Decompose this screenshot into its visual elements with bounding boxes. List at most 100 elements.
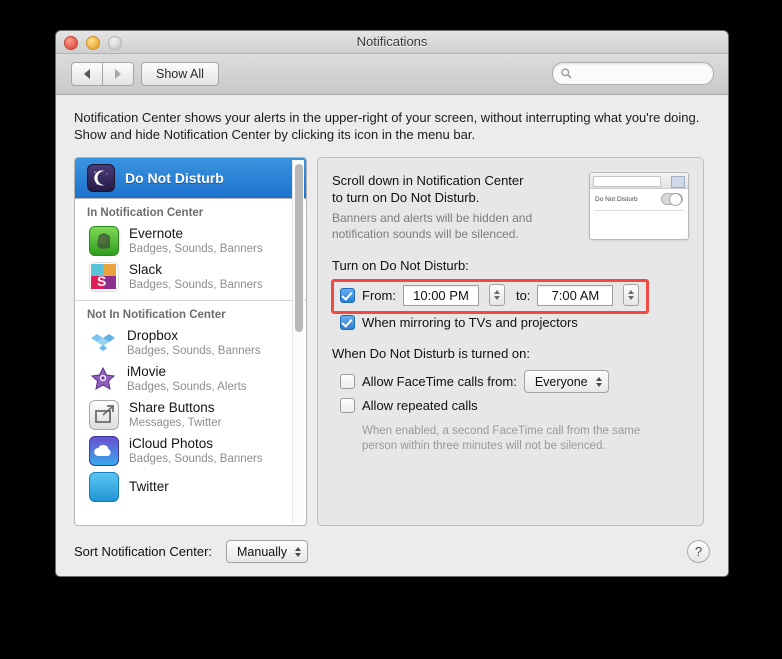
chevron-updown-icon [595,376,602,387]
mirroring-row[interactable]: When mirroring to TVs and projectors [340,315,578,330]
schedule-checkbox[interactable] [340,287,355,303]
facetime-row: Allow FaceTime calls from: Everyone [340,370,609,393]
panel-subtext-line2: notification sounds will be silenced. [332,227,519,241]
preview-divider [594,210,684,211]
repeated-calls-label: Allow repeated calls [362,398,478,413]
search-icon [561,68,572,79]
window-title: Notifications [356,34,428,49]
list-item[interactable]: Evernote Badges, Sounds, Banners [75,223,306,259]
list-item-name: Slack [129,262,163,277]
hint-line2: person within three minutes will not be … [362,440,606,452]
list-item-text: Twitter [129,479,169,495]
panes: Do Not Disturb In Notification Center Ev… [74,157,728,526]
panel-headline-line1: Scroll down in Notification Center [332,173,524,188]
list-item[interactable]: iCloud Photos Badges, Sounds, Banners [75,433,306,469]
to-time-field[interactable]: 7:00 AM [537,284,614,306]
toggle-knob [669,193,682,206]
list-item[interactable]: Share Buttons Messages, Twitter [75,397,306,433]
sort-notification-center-popup[interactable]: Manually [226,540,309,563]
sidebar-group-header-not-in-notification-center: Not In Notification Center [87,309,226,321]
search-input[interactable] [575,66,699,81]
list-item-text: Share Buttons Messages, Twitter [129,400,221,430]
share-buttons-icon [89,400,119,430]
panel-subtext-line1: Banners and alerts will be hidden and [332,211,533,225]
schedule-row: From: 10:00 PM to: 7:00 AM [340,284,640,306]
preview-toolbar [590,173,688,189]
panel-headline-block: Scroll down in Notification Center to tu… [332,172,572,242]
help-button[interactable]: ? [687,540,710,563]
list-item-sub: Messages, Twitter [129,417,222,429]
chevron-updown-icon [295,546,302,557]
chevron-right-icon [115,69,121,79]
evernote-icon [89,226,119,256]
sidebar-scroll-content: Do Not Disturb In Notification Center Ev… [75,158,306,525]
back-button[interactable] [71,62,102,86]
facetime-callers-value: Everyone [534,374,588,389]
list-item[interactable]: S Slack Badges, Sounds, Banners [75,259,306,295]
sidebar-item-do-not-disturb[interactable]: Do Not Disturb [75,158,306,199]
list-item-text: Evernote Badges, Sounds, Banners [129,226,263,256]
chevron-left-icon [84,69,90,79]
search-field[interactable] [552,62,714,85]
preview-search-field [593,176,661,187]
window-titlebar: Notifications [56,31,728,54]
list-item-name: Evernote [129,226,184,241]
list-item[interactable]: Dropbox Badges, Sounds, Banners [75,325,306,361]
stepper-up-icon[interactable] [493,290,500,294]
repeated-calls-checkbox[interactable] [340,398,355,413]
list-item-text: iMovie Badges, Sounds, Alerts [127,364,247,394]
sort-label: Sort Notification Center: [74,544,213,559]
dropbox-icon [89,329,117,357]
facetime-label: Allow FaceTime calls from: [362,374,517,389]
repeated-calls-row[interactable]: Allow repeated calls [340,398,478,413]
navigation-buttons [71,62,134,86]
list-item-name: iMovie [127,364,167,379]
sidebar-scrollbar-thumb[interactable] [295,164,303,332]
list-item-sub: Badges, Sounds, Banners [129,453,263,465]
preview-dnd-toggle [661,193,683,206]
list-item-sub: Badges, Sounds, Banners [127,345,261,357]
mirroring-checkbox[interactable] [340,315,355,330]
forward-button [102,62,134,86]
hint-line1: When enabled, a second FaceTime call fro… [362,425,641,437]
list-item-text: Slack Badges, Sounds, Banners [129,262,263,292]
window-content: Notification Center shows your alerts in… [56,109,728,526]
from-label: From: [362,287,396,303]
to-label: to: [515,287,531,303]
panel-headline-line2: to turn on Do Not Disturb. [332,190,480,205]
notifications-preferences-window: Notifications Show All Notification Cent… [55,30,729,577]
sidebar-scrollbar[interactable] [292,160,304,523]
show-all-button[interactable]: Show All [141,62,219,86]
to-time-stepper[interactable] [623,284,640,306]
turn-on-header: Turn on Do Not Disturb: [332,258,469,273]
description-text: Notification Center shows your alerts in… [74,110,700,142]
notification-center-preview: Do Not Disturb [589,172,689,240]
bottom-bar: Sort Notification Center: Manually ? [56,530,728,576]
stepper-down-icon[interactable] [493,296,500,300]
list-item[interactable]: Twitter [75,469,306,505]
list-icon [671,176,685,188]
sidebar-item-label: Do Not Disturb [125,170,224,186]
sort-popup-wrapper: Manually [226,540,309,563]
when-on-header: When Do Not Disturb is turned on: [332,346,530,361]
app-list-sidebar[interactable]: Do Not Disturb In Notification Center Ev… [74,157,307,526]
list-item-sub: Badges, Sounds, Banners [129,243,263,255]
from-time-stepper[interactable] [488,284,505,306]
stepper-down-icon[interactable] [628,296,635,300]
icloud-photos-icon [89,436,119,466]
list-item[interactable]: iMovie Badges, Sounds, Alerts [75,361,306,397]
facetime-checkbox[interactable] [340,374,355,389]
list-item-name: Twitter [129,479,169,494]
repeated-calls-hint: When enabled, a second FaceTime call fro… [362,424,640,454]
sidebar-group-header-in-notification-center: In Notification Center [87,207,204,219]
list-item-name: Share Buttons [129,400,215,415]
list-item-text: Dropbox Badges, Sounds, Banners [127,328,261,358]
list-item-name: Dropbox [127,328,179,343]
stepper-up-icon[interactable] [628,290,635,294]
from-time-field[interactable]: 10:00 PM [402,284,479,306]
list-item-name: iCloud Photos [129,436,214,451]
svg-text:S: S [97,273,106,289]
facetime-callers-popup[interactable]: Everyone [523,370,609,393]
list-item-sub: Badges, Sounds, Banners [129,279,263,291]
preview-dnd-label: Do Not Disturb [595,195,638,203]
